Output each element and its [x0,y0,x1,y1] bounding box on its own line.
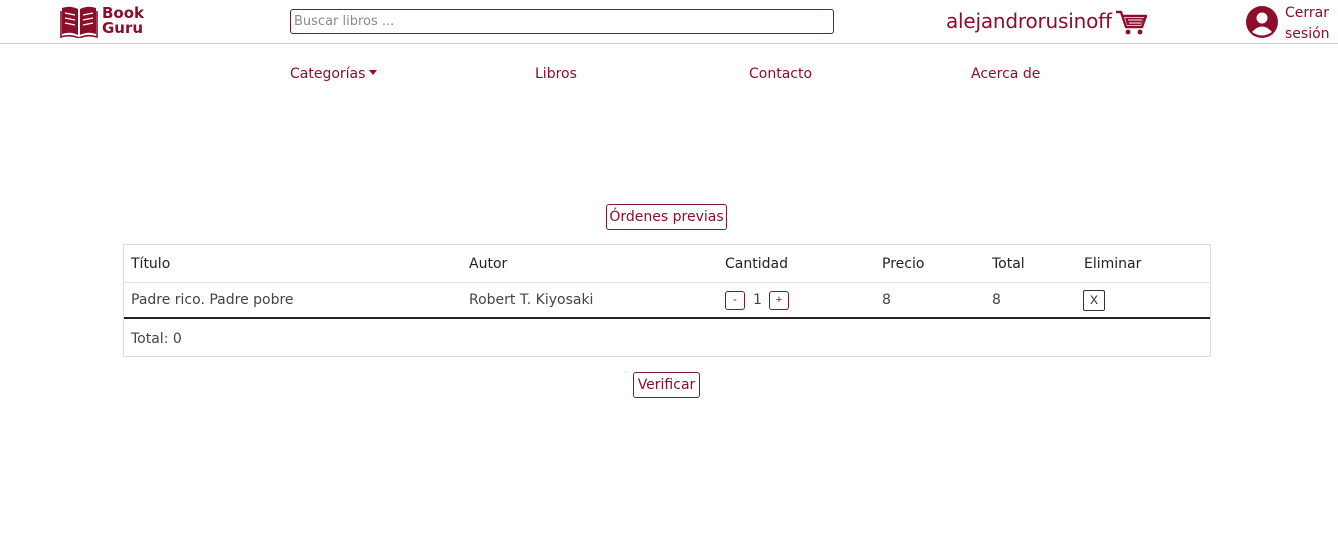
open-book-icon [60,6,98,38]
search-input[interactable] [290,9,834,34]
header-title: Título [131,256,171,272]
nav-books[interactable]: Libros [535,66,577,82]
nav-about[interactable]: Acerca de [971,66,1040,82]
user-circle-icon[interactable] [1246,6,1278,38]
header-remove: Eliminar [1084,256,1142,272]
cell-total: 8 [992,292,1001,308]
header-total: Total [992,256,1025,272]
header-divider [124,282,1210,283]
brand-line-2: Guru [102,19,144,37]
header-author: Autor [469,256,508,272]
nav-categories[interactable]: Categorías [290,66,378,82]
cell-title: Padre rico. Padre pobre [131,292,294,308]
brand-name: Book Guru [102,6,144,36]
cell-author: Robert T. Kiyosaki [469,292,594,308]
increment-quantity-button[interactable]: + [769,291,789,310]
header-price: Precio [882,256,925,272]
top-bar: Book Guru alejandrorusinoff Cerrar sesió… [0,0,1338,44]
remove-item-button[interactable]: X [1083,290,1105,311]
checkout-button[interactable]: Verificar [633,372,700,398]
decrement-quantity-button[interactable]: - [725,291,745,310]
shopping-cart-icon[interactable] [1115,10,1147,36]
caret-down-icon [369,70,378,75]
cell-price: 8 [882,292,891,308]
logout-link[interactable]: Cerrar sesión [1285,3,1330,45]
nav-contact[interactable]: Contacto [749,66,812,82]
logout-line-2: sesión [1285,26,1330,42]
cart-total: Total: 0 [131,331,182,347]
cart-table: Título Autor Cantidad Precio Total Elimi… [123,244,1211,357]
username: alejandrorusinoff [946,9,1112,33]
logout-line-1: Cerrar [1285,5,1329,21]
nav-categories-label: Categorías [290,66,366,82]
header-quantity: Cantidad [725,256,788,272]
total-divider [124,317,1210,319]
cell-quantity: 1 [753,292,762,308]
logo[interactable]: Book Guru [60,4,144,38]
previous-orders-button[interactable]: Órdenes previas [606,204,727,230]
